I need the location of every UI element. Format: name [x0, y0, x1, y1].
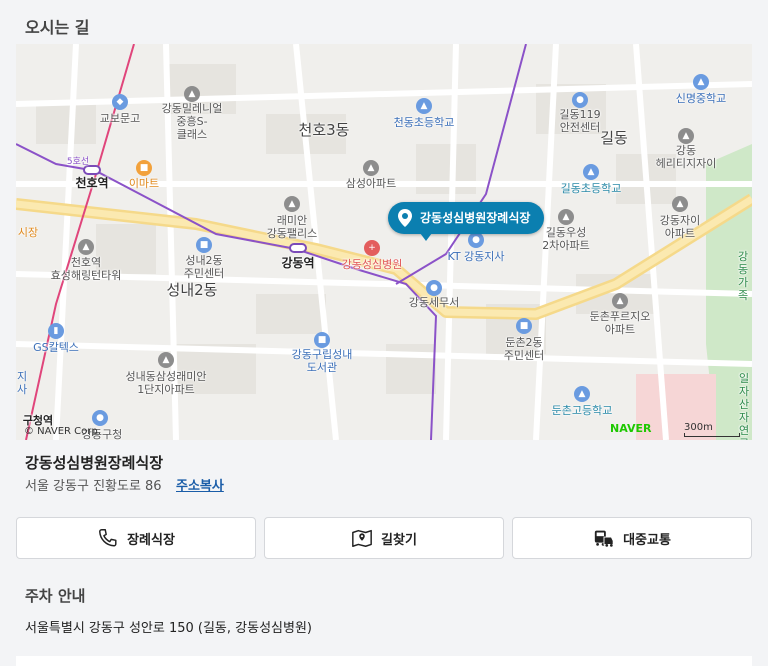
funeral-hall-label: 장례식장 [127, 532, 175, 548]
label-gs-caltex: GS칼텍스 [33, 341, 79, 354]
community-center-icon: ■ [516, 318, 532, 334]
apartment-icon: ▲ [558, 209, 574, 225]
funeral-hall-button[interactable]: 장례식장 [16, 517, 256, 559]
label-gildong: 길동 [600, 129, 628, 147]
label-seongnae2-center: 성내2동 주민센터 [183, 254, 225, 280]
label-ilja-park: 일자산 자연공 [738, 372, 750, 440]
map-copyright: © NAVER Corp. [24, 426, 101, 437]
apartment-icon: ▲ [612, 293, 628, 309]
label-cheonho-station: 천호역 [75, 176, 109, 190]
place-address: 서울 강동구 진황도로 86 [25, 479, 162, 494]
apartment-icon: ▲ [284, 196, 300, 212]
public-transit-label: 대중교통 [623, 532, 671, 548]
parking-title: 주차 안내 [25, 587, 86, 605]
label-gangdong-xi: 강동자이 아파트 [659, 214, 701, 240]
label-raemian: 래미안 강동팰리스 [266, 214, 318, 240]
label-gangdong-hillstate: 강동 헤리티지자이 [655, 144, 717, 170]
apartment-icon: ▲ [158, 352, 174, 368]
label-gangdong-millennium: 강동밀레니얼 중흥S- 클래스 [161, 102, 223, 141]
place-name: 강동성심병원장례식장 [25, 454, 164, 472]
content-card-edge [16, 656, 752, 666]
gas-station-icon: ▮ [48, 323, 64, 339]
naver-logo: NAVER [610, 422, 652, 435]
label-left-edge-market: 시장 [17, 226, 39, 239]
school-icon: ▲ [583, 164, 599, 180]
map-scale-label: 300m [684, 422, 713, 433]
government-icon: ● [92, 410, 108, 426]
label-kyobo: 교보문고 [99, 112, 141, 125]
office-icon: ● [426, 280, 442, 296]
library-icon: ■ [314, 332, 330, 348]
parking-address: 서울특별시 강동구 성안로 150 (길동, 강동성심병원) [25, 621, 312, 636]
hospital-icon: + [364, 240, 380, 256]
label-library: 강동구립성내 도서관 [291, 348, 353, 374]
gangdong-station-icon [289, 243, 307, 253]
school-icon: ▲ [416, 98, 432, 114]
label-seongnae2: 성내2동 [166, 281, 218, 299]
shopping-icon: ■ [136, 160, 152, 176]
directions-button[interactable]: 길찾기 [264, 517, 504, 559]
community-center-icon: ■ [196, 237, 212, 253]
school-icon: ▲ [693, 74, 709, 90]
map[interactable]: 강동밀레니얼 중흥S- 클래스 ▲ 교보문고 ◆ 천호3동 천동초등학교 ▲ 길… [16, 44, 752, 440]
bookstore-icon: ◆ [112, 94, 128, 110]
map-scale-bar [684, 433, 740, 437]
phone-icon [99, 529, 117, 547]
fire-station-icon: ● [572, 92, 588, 108]
label-line5: 5호선 [66, 157, 90, 167]
label-cheonho-hyosung: 천호역 효성해링턴타워 [50, 256, 122, 282]
label-dunchon2-center: 둔촌2동 주민센터 [503, 336, 545, 362]
label-dunchon-prugio: 둔촌푸르지오 아파트 [589, 310, 651, 336]
label-left-edge-branch: 지 사 [16, 370, 28, 396]
apartment-icon: ▲ [672, 196, 688, 212]
apartment-icon: ▲ [184, 86, 200, 102]
label-dunchon-school: 둔촌고등학교 [551, 404, 613, 417]
copy-address-link[interactable]: 주소복사 [176, 475, 224, 494]
label-gangdong-hospital: 강동성심병원 [341, 258, 403, 271]
school-icon: ▲ [574, 386, 590, 402]
label-gildong-school: 길동초등학교 [560, 182, 622, 195]
apartment-icon: ▲ [678, 128, 694, 144]
label-samsung-apt: 삼성아파트 [345, 177, 397, 190]
label-gangdong-station: 강동역 [281, 256, 315, 270]
office-icon: ● [468, 232, 484, 248]
bus-car-icon [594, 530, 614, 547]
label-gildong-woosung: 길동우성 2차아파트 [542, 226, 590, 252]
section-title: 오시는 길 [25, 18, 90, 37]
label-cheonho3: 천호3동 [298, 121, 350, 139]
label-kt: KT 강동지사 [447, 250, 505, 263]
map-directions-icon [352, 529, 372, 547]
label-cheondong-school: 천동초등학교 [393, 116, 455, 129]
label-tax-office: 강동세무서 [408, 296, 460, 309]
label-emart: 이마트 [128, 177, 160, 190]
location-marker[interactable]: 강동성심병원장례식장 [388, 202, 545, 241]
apartment-icon: ▲ [363, 160, 379, 176]
apartment-icon: ▲ [78, 239, 94, 255]
marker-label: 강동성심병원장례식장 [420, 211, 531, 225]
label-gildong119: 길동119 안전센터 [559, 108, 601, 134]
directions-label: 길찾기 [381, 532, 417, 548]
public-transit-button[interactable]: 대중교통 [512, 517, 752, 559]
label-gangdong-edge: 강동 가족 [737, 250, 749, 302]
label-sinmyeong: 신명중학교 [675, 92, 727, 105]
map-pin-icon [398, 209, 412, 227]
label-seongnae-raemian: 성내동삼성래미안 1단지아파트 [125, 370, 207, 396]
